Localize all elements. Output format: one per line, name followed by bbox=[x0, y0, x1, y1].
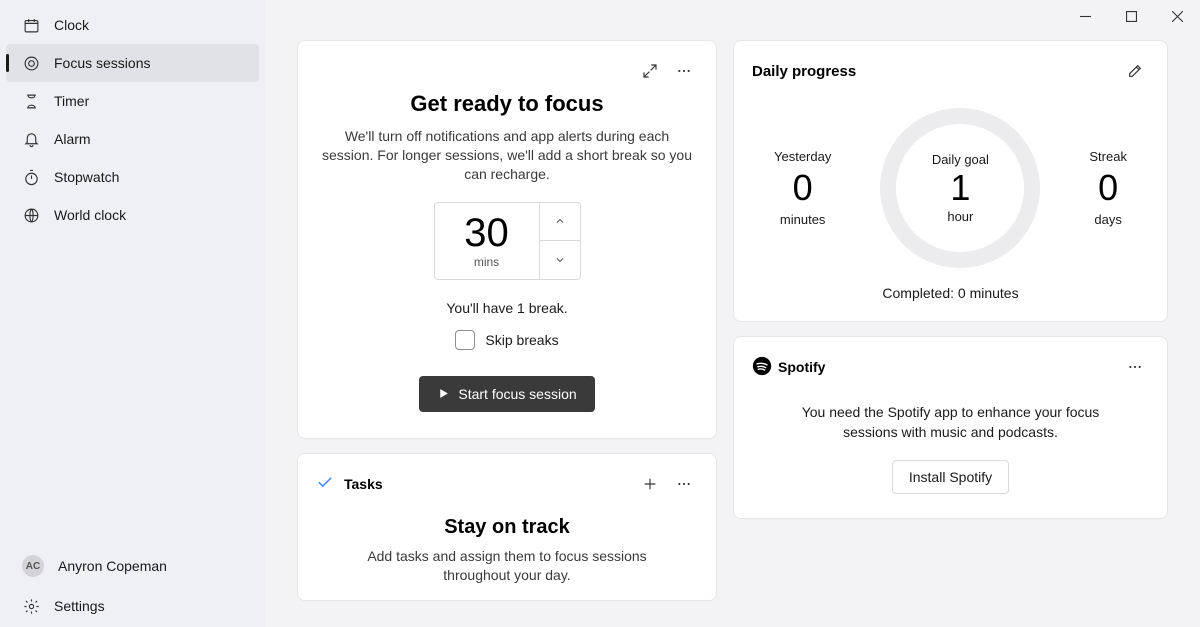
spotify-card: Spotify You need the Spotify app to enha… bbox=[733, 336, 1168, 519]
tasks-header-label: Tasks bbox=[344, 476, 383, 492]
sidebar-item-focus-sessions[interactable]: Focus sessions bbox=[6, 44, 259, 82]
yesterday-stat: Yesterday 0 minutes bbox=[774, 149, 831, 227]
tasks-title: Stay on track bbox=[316, 516, 698, 539]
clock-icon bbox=[22, 16, 40, 34]
focus-card: Get ready to focus We'll turn off notifi… bbox=[297, 40, 717, 439]
play-icon bbox=[437, 387, 450, 400]
gear-icon bbox=[22, 597, 40, 615]
progress-ring-icon bbox=[875, 103, 1045, 273]
target-icon bbox=[22, 54, 40, 72]
sidebar-item-clock[interactable]: Clock bbox=[6, 6, 259, 44]
sidebar-item-label: Focus sessions bbox=[54, 55, 150, 71]
daily-progress-card: Daily progress Yesterday 0 minutes Daily… bbox=[733, 40, 1168, 322]
timer-value-box[interactable]: 30 mins bbox=[434, 202, 539, 280]
streak-unit: days bbox=[1094, 212, 1121, 227]
spotify-description: You need the Spotify app to enhance your… bbox=[752, 391, 1149, 460]
decrease-time-button[interactable] bbox=[540, 241, 580, 279]
compact-view-button[interactable] bbox=[636, 57, 664, 85]
install-spotify-button[interactable]: Install Spotify bbox=[892, 460, 1009, 494]
edit-daily-goal-button[interactable] bbox=[1121, 57, 1149, 85]
start-focus-button[interactable]: Start focus session bbox=[419, 376, 594, 412]
spotify-logo-icon bbox=[752, 356, 772, 379]
sidebar-item-label: Timer bbox=[54, 93, 89, 109]
sidebar-settings[interactable]: Settings bbox=[6, 587, 259, 625]
focus-title: Get ready to focus bbox=[316, 91, 698, 117]
yesterday-unit: minutes bbox=[780, 212, 826, 227]
spotify-brand-label: Spotify bbox=[778, 359, 825, 375]
sidebar: Clock Focus sessions Timer Alarm Stopwat… bbox=[0, 0, 265, 627]
spotify-more-button[interactable] bbox=[1121, 353, 1149, 381]
avatar: AC bbox=[22, 555, 44, 577]
tasks-description: Add tasks and assign them to focus sessi… bbox=[316, 547, 698, 585]
sidebar-item-label: Clock bbox=[54, 17, 89, 33]
add-task-button[interactable] bbox=[636, 470, 664, 498]
stopwatch-icon bbox=[22, 168, 40, 186]
timer-minutes: 30 bbox=[464, 213, 509, 253]
skip-breaks-checkbox[interactable] bbox=[455, 330, 475, 350]
more-button[interactable] bbox=[670, 57, 698, 85]
titlebar bbox=[265, 0, 1200, 32]
skip-breaks-label: Skip breaks bbox=[485, 332, 558, 348]
sidebar-item-label: World clock bbox=[54, 207, 126, 223]
start-button-label: Start focus session bbox=[458, 386, 576, 402]
streak-stat: Streak 0 days bbox=[1089, 149, 1127, 227]
daily-goal-ring: Daily goal 1 hour bbox=[875, 103, 1045, 273]
hourglass-icon bbox=[22, 92, 40, 110]
sidebar-user[interactable]: AC Anyron Copeman bbox=[6, 545, 259, 587]
globe-icon bbox=[22, 206, 40, 224]
sidebar-item-stopwatch[interactable]: Stopwatch bbox=[6, 158, 259, 196]
bell-icon bbox=[22, 130, 40, 148]
timer-control: 30 mins bbox=[316, 202, 698, 280]
user-name: Anyron Copeman bbox=[58, 558, 167, 574]
completed-text: Completed: 0 minutes bbox=[752, 285, 1149, 301]
maximize-button[interactable] bbox=[1108, 0, 1154, 32]
close-button[interactable] bbox=[1154, 0, 1200, 32]
daily-progress-title: Daily progress bbox=[752, 63, 856, 80]
sidebar-item-label: Alarm bbox=[54, 131, 91, 147]
sidebar-item-timer[interactable]: Timer bbox=[6, 82, 259, 120]
tasks-card: Tasks Stay on track Add tasks and assign… bbox=[297, 453, 717, 602]
focus-description: We'll turn off notifications and app ale… bbox=[316, 127, 698, 184]
increase-time-button[interactable] bbox=[540, 203, 580, 242]
sidebar-item-label: Stopwatch bbox=[54, 169, 119, 185]
yesterday-label: Yesterday bbox=[774, 149, 831, 164]
break-info: You'll have 1 break. bbox=[316, 300, 698, 316]
minimize-button[interactable] bbox=[1062, 0, 1108, 32]
main-area: Get ready to focus We'll turn off notifi… bbox=[265, 0, 1200, 627]
tasks-more-button[interactable] bbox=[670, 470, 698, 498]
settings-label: Settings bbox=[54, 598, 105, 614]
timer-unit: mins bbox=[474, 255, 499, 269]
sidebar-item-alarm[interactable]: Alarm bbox=[6, 120, 259, 158]
yesterday-value: 0 bbox=[793, 167, 813, 209]
streak-value: 0 bbox=[1098, 167, 1118, 209]
streak-label: Streak bbox=[1089, 149, 1127, 164]
sidebar-item-world-clock[interactable]: World clock bbox=[6, 196, 259, 234]
tasks-icon bbox=[316, 473, 334, 494]
